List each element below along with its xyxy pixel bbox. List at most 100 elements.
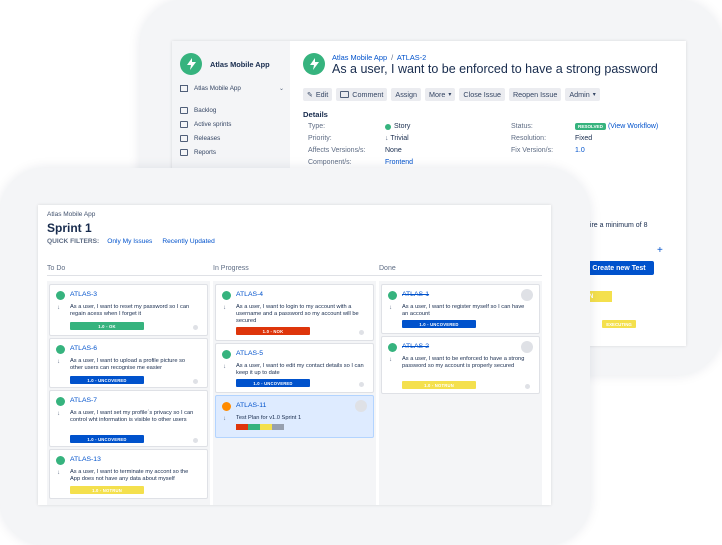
arrow-down-icon: ↓ [223, 305, 226, 311]
project-header[interactable]: Atlas Mobile App [180, 53, 270, 75]
version-badge: 1.0 - UNCOVERED [402, 320, 476, 328]
arrow-down-icon: ↓ [57, 411, 60, 417]
issue-key[interactable]: ATLAS-7 [70, 397, 97, 404]
project-selector-label: Atlas Mobile App [194, 85, 241, 92]
fix-versions-label: Fix Version/s: [511, 147, 554, 154]
comment-button[interactable]: Comment [336, 88, 388, 101]
project-logo-icon [180, 53, 202, 75]
test-progress-bar [236, 424, 284, 430]
edit-button-label: Edit [315, 90, 329, 99]
reopen-issue-button[interactable]: Reopen Issue [508, 88, 562, 101]
issue-card[interactable]: ATLAS-5 ↓ As a user, I want to edit my c… [215, 343, 374, 393]
comment-button-label: Comment [352, 90, 384, 99]
issue-card[interactable]: ATLAS-13 ↓ As a user, I want to terminat… [49, 449, 208, 499]
version-badge: 1.0 - UNCOVERED [70, 376, 144, 384]
project-icon [180, 85, 188, 92]
issue-key[interactable]: ATLAS-4 [236, 291, 263, 298]
type-label: Type: [308, 123, 326, 130]
executing-badge: EXECUTING [602, 320, 636, 328]
issue-card[interactable]: ATLAS-2 ↓ As a user, I want to be enforc… [381, 336, 540, 394]
issue-card[interactable]: ATLAS-6 ↓ As a user, I want to upload a … [49, 338, 208, 388]
sprint-board: Atlas Mobile App Sprint 1 QUICK FILTERS:… [38, 205, 551, 505]
quick-filters: QUICK FILTERS: Only My Issues Recently U… [47, 238, 215, 245]
arrow-down-icon: ↓ [223, 364, 226, 370]
progress-segment-passed [248, 424, 260, 430]
story-icon [222, 350, 231, 359]
breadcrumb-issue-link[interactable]: ATLAS-2 [397, 53, 426, 62]
column-header-done: Done [379, 265, 396, 272]
filter-recently-updated[interactable]: Recently Updated [162, 238, 214, 245]
story-icon [222, 291, 231, 300]
sidebar-item-backlog[interactable]: Backlog [180, 104, 231, 116]
comment-icon [340, 91, 350, 98]
issue-key[interactable]: ATLAS-11 [236, 402, 266, 409]
admin-button[interactable]: Admin ▾ [565, 88, 600, 101]
story-icon [56, 345, 65, 354]
story-icon [388, 343, 397, 352]
issue-key[interactable]: ATLAS-3 [70, 291, 97, 298]
issue-key[interactable]: ATLAS-1 [402, 291, 429, 298]
project-logo-icon [303, 53, 325, 75]
issue-card[interactable]: ATLAS-1 ↓ As a user, I want to register … [381, 284, 540, 334]
more-button[interactable]: More ▾ [425, 88, 456, 101]
filter-only-my-issues[interactable]: Only My Issues [107, 238, 152, 245]
avatar [521, 341, 533, 353]
component-link[interactable]: Frontend [385, 159, 413, 166]
issue-key[interactable]: ATLAS-13 [70, 456, 101, 463]
version-badge: 1.0 - NOTRUN [70, 486, 144, 494]
chevron-down-icon: ⌄ [278, 86, 284, 92]
create-new-test-button[interactable]: Create new Test [584, 261, 654, 275]
sidebar-item-label: Active sprints [194, 120, 232, 128]
sidebar-item-active-sprints[interactable]: Active sprints [180, 118, 231, 130]
issue-card-selected[interactable]: ATLAS-11 ↓ Test Plan for v1.0 Sprint 1 [215, 395, 374, 438]
arrow-down-icon: ↓ [389, 357, 392, 363]
issue-card[interactable]: ATLAS-4 ↓ As a user, I want to login to … [215, 284, 374, 341]
pencil-icon: ✎ [307, 91, 313, 99]
close-issue-button[interactable]: Close Issue [459, 88, 505, 101]
project-selector[interactable]: Atlas Mobile App ⌄ [180, 85, 284, 92]
details-heading: Details [303, 110, 328, 119]
avatar [359, 382, 364, 387]
story-icon [56, 291, 65, 300]
issue-key[interactable]: ATLAS-2 [402, 343, 429, 350]
version-badge: 1.0 - NOK [236, 327, 310, 335]
issue-card[interactable]: ATLAS-7 ↓ As a user, I want set my profi… [49, 390, 208, 447]
issue-summary: As a user, I want to upload a profile pi… [70, 358, 186, 371]
issue-summary: As a user, I want to login to my account… [236, 304, 359, 324]
fix-version-link[interactable]: 1.0 [575, 147, 585, 154]
avatar [193, 379, 198, 384]
issue-card[interactable]: ATLAS-3 ↓ As a user, I want to reset my … [49, 284, 208, 336]
story-icon [385, 123, 391, 130]
add-icon[interactable]: + [657, 245, 663, 256]
breadcrumb-project-link[interactable]: Atlas Mobile App [332, 53, 387, 62]
board-project-name: Atlas Mobile App [47, 211, 96, 218]
view-workflow-link[interactable]: (View Workflow) [608, 123, 658, 130]
sidebar-item-reports[interactable]: Reports [180, 146, 231, 158]
version-badge: 1.0 - NOTRUN [402, 381, 476, 389]
description-fragment: uire a minimum of 8 [586, 222, 648, 229]
header-divider [47, 275, 542, 276]
board-icon [180, 120, 188, 128]
version-badge: 1.0 - UNCOVERED [70, 435, 144, 443]
issue-key[interactable]: ATLAS-5 [236, 350, 263, 357]
issue-summary: As a user, I want to terminate my accont… [70, 469, 189, 482]
priority-label: Priority: [308, 135, 332, 142]
chevron-down-icon: ▾ [448, 92, 452, 98]
version-badge: 1.0 - UNCOVERED [236, 379, 310, 387]
resolution-label: Resolution: [511, 135, 547, 142]
status-badge: RESOLVED [575, 123, 606, 130]
issue-key[interactable]: ATLAS-6 [70, 345, 97, 352]
column-header-to-do: To Do [47, 265, 66, 272]
column-header-in-progress: In Progress [213, 265, 249, 272]
project-name: Atlas Mobile App [210, 59, 270, 69]
sidebar-item-releases[interactable]: Releases [180, 132, 231, 144]
chart-icon [180, 148, 188, 156]
avatar [359, 330, 364, 335]
status-label: Status: [511, 123, 533, 130]
edit-button[interactable]: ✎ Edit [303, 88, 333, 101]
progress-segment-failed [236, 424, 248, 430]
story-icon [56, 397, 65, 406]
quick-filters-label: QUICK FILTERS: [47, 238, 100, 245]
progress-segment-notrun [260, 424, 272, 430]
assign-button[interactable]: Assign [391, 88, 421, 101]
